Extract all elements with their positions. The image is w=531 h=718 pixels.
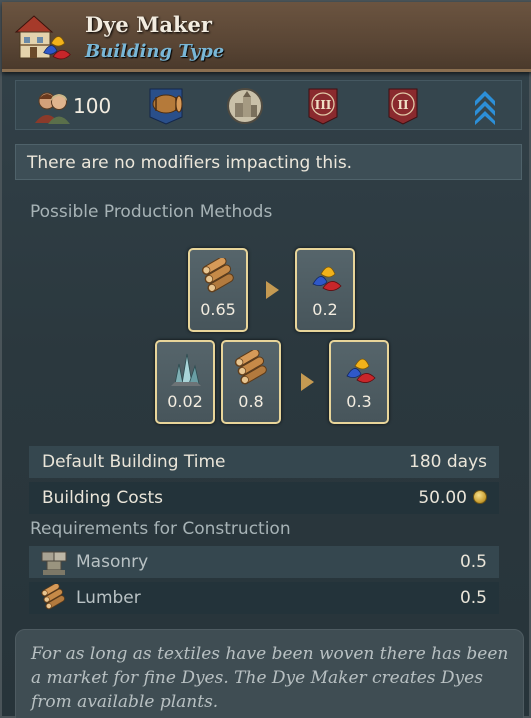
building-type-label: Building Type [85, 41, 225, 62]
build-time-value: 180 days [409, 452, 487, 472]
building-dye-maker-icon [14, 15, 71, 60]
building-cost-value: 50.00 [418, 488, 467, 508]
svg-text:III: III [315, 98, 332, 112]
tier-II-banner-icon[interactable]: II [386, 87, 420, 125]
pm1-output-dyes-card[interactable]: 0.2 [295, 248, 355, 332]
pm2-input-lumber-card[interactable]: 0.8 [221, 340, 281, 424]
crystals-icon [170, 353, 202, 387]
lumber-icon [39, 584, 68, 611]
dyes-icon [312, 266, 342, 291]
pm1-arrow-icon [266, 281, 279, 299]
requirement-row[interactable]: Lumber 0.5 [29, 582, 499, 614]
modifiers-text: There are no modifiers impacting this. [27, 153, 353, 173]
tier-III-banner-icon[interactable]: III [306, 87, 340, 125]
barrel-goods-icon[interactable] [146, 87, 186, 125]
population-value: 100 [73, 94, 112, 118]
pm2-input-crystals-card[interactable]: 0.02 [155, 340, 215, 424]
population-icon [35, 92, 70, 124]
dyes-icon [346, 358, 376, 383]
building-cost-row: Building Costs 50.00 [29, 482, 499, 514]
requirement-row[interactable]: Masonry 0.5 [29, 546, 499, 578]
pm2-arrow-icon [301, 373, 314, 391]
pm2-input-lumber-value: 0.8 [238, 392, 264, 411]
pm2-input-crystals-value: 0.02 [167, 392, 203, 411]
requirement-lumber-name: Lumber [76, 588, 141, 608]
requirements-label: Requirements for Construction [30, 519, 291, 539]
tooltip-header: Dye Maker Building Type [2, 2, 531, 72]
building-title: Dye Maker [85, 12, 212, 37]
urban-center-icon[interactable] [226, 87, 264, 125]
pm1-input-lumber-value: 0.65 [200, 300, 236, 319]
rank-chevrons-icon[interactable] [471, 87, 499, 125]
svg-text:II: II [397, 98, 409, 112]
pm1-output-dyes-value: 0.2 [312, 300, 338, 319]
pm1-input-lumber-card[interactable]: 0.65 [188, 248, 248, 332]
modifiers-box: There are no modifiers impacting this. [15, 144, 522, 180]
building-stats-bar: 100 III II [15, 80, 522, 130]
lumber-icon [200, 258, 237, 294]
building-cost-label: Building Costs [42, 488, 164, 508]
masonry-icon [41, 551, 67, 575]
building-cost-value-wrap: 50.00 [418, 488, 487, 508]
lumber-icon [233, 350, 270, 386]
requirement-masonry-value: 0.5 [459, 552, 487, 572]
requirement-masonry-name: Masonry [76, 552, 149, 572]
description-box: For as long as textiles have been woven … [15, 629, 524, 718]
pm2-output-dyes-value: 0.3 [346, 392, 372, 411]
build-time-row: Default Building Time 180 days [29, 446, 499, 478]
requirement-lumber-value: 0.5 [459, 588, 487, 608]
production-methods-label: Possible Production Methods [30, 202, 273, 222]
building-tooltip-panel: Dye Maker Building Type 100 III II There… [0, 0, 531, 718]
build-time-label: Default Building Time [42, 452, 226, 472]
description-text: For as long as textiles have been woven … [31, 644, 509, 712]
pm2-output-dyes-card[interactable]: 0.3 [329, 340, 389, 424]
coin-icon [473, 490, 487, 504]
